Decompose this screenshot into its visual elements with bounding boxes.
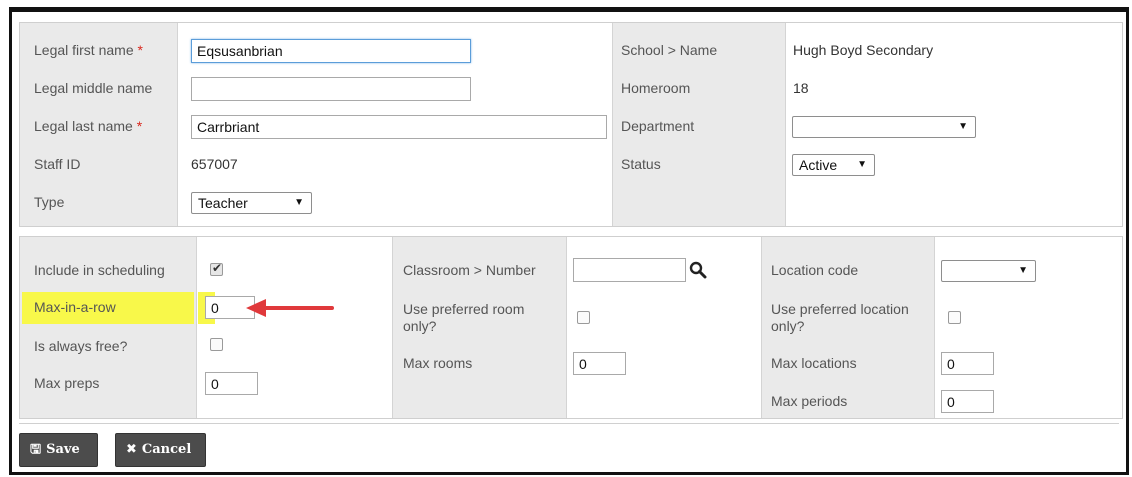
always-free-checkbox[interactable]	[210, 338, 223, 351]
dropdown-arrow-icon: ▼	[294, 197, 304, 208]
dropdown-arrow-icon: ▼	[857, 159, 867, 170]
status-select-value: Active	[799, 157, 838, 173]
always-free-label: Is always free?	[34, 338, 128, 354]
pref-location-checkbox[interactable]	[948, 311, 961, 324]
max-locations-input[interactable]: 0	[941, 352, 994, 375]
pref-room-label-line1: Use preferred room	[403, 301, 525, 317]
homeroom-value: 18	[793, 80, 809, 96]
department-select[interactable]: ▼	[792, 116, 976, 138]
homeroom-label: Homeroom	[621, 80, 691, 96]
dropdown-arrow-icon: ▼	[958, 121, 968, 132]
search-icon[interactable]	[689, 261, 707, 279]
type-label: Type	[34, 194, 65, 210]
type-select[interactable]: Teacher ▼	[191, 192, 312, 214]
checkmark-icon: ✔	[212, 261, 223, 275]
first-name-label: Legal first name *	[34, 42, 143, 58]
staff-id-label: Staff ID	[34, 156, 81, 172]
max-periods-label: Max periods	[771, 393, 848, 409]
save-button[interactable]: 🖫 Save	[19, 433, 98, 467]
cancel-button[interactable]: ✖ Cancel	[115, 433, 206, 467]
pref-room-label-line2: only?	[403, 318, 437, 334]
staff-id-value: 657007	[191, 156, 238, 172]
classroom-number-label: Classroom > Number	[403, 262, 536, 278]
middle-name-input[interactable]	[191, 77, 471, 101]
include-scheduling-checkbox[interactable]: ✔	[210, 261, 223, 276]
school-value: Hugh Boyd Secondary	[793, 42, 934, 58]
status-select[interactable]: Active ▼	[792, 154, 875, 176]
first-name-input[interactable]: Eqsusanbrian	[191, 39, 471, 63]
floppy-disk-icon: 🖫	[30, 442, 42, 457]
include-scheduling-label: Include in scheduling	[34, 262, 165, 278]
max-rooms-label: Max rooms	[403, 355, 473, 371]
last-name-input[interactable]: Carrbriant	[191, 115, 607, 139]
x-icon: ✖	[126, 442, 137, 457]
max-periods-input[interactable]: 0	[941, 390, 994, 413]
max-in-row-label: Max-in-a-row	[34, 299, 116, 315]
staff-edit-form: Legal first name * Legal middle name Leg…	[9, 7, 1129, 475]
department-label: Department	[621, 118, 695, 134]
dropdown-arrow-icon: ▼	[1018, 265, 1028, 276]
scheduling-section: Include in scheduling Max-in-a-row Is al…	[19, 236, 1123, 419]
pref-location-label-line2: only?	[771, 318, 805, 334]
max-locations-label: Max locations	[771, 355, 857, 371]
status-label: Status	[621, 156, 661, 172]
staff-info-section: Legal first name * Legal middle name Leg…	[19, 22, 1123, 227]
footer-divider	[19, 423, 1119, 424]
classroom-number-input[interactable]	[573, 258, 686, 282]
middle-name-label: Legal middle name	[34, 80, 153, 96]
type-select-value: Teacher	[198, 195, 248, 211]
save-button-label: Save	[46, 442, 80, 457]
pref-location-label-line1: Use preferred location	[771, 301, 909, 317]
red-arrow-annotation-icon	[246, 299, 334, 317]
last-name-label: Legal last name *	[34, 118, 143, 134]
school-label: School > Name	[621, 42, 718, 58]
location-code-select[interactable]: ▼	[941, 260, 1036, 282]
location-code-label: Location code	[771, 262, 859, 278]
max-preps-label: Max preps	[34, 375, 100, 391]
cancel-button-label: Cancel	[141, 442, 192, 457]
max-rooms-input[interactable]: 0	[573, 352, 626, 375]
max-preps-input[interactable]: 0	[205, 372, 258, 395]
pref-room-checkbox[interactable]	[577, 311, 590, 324]
